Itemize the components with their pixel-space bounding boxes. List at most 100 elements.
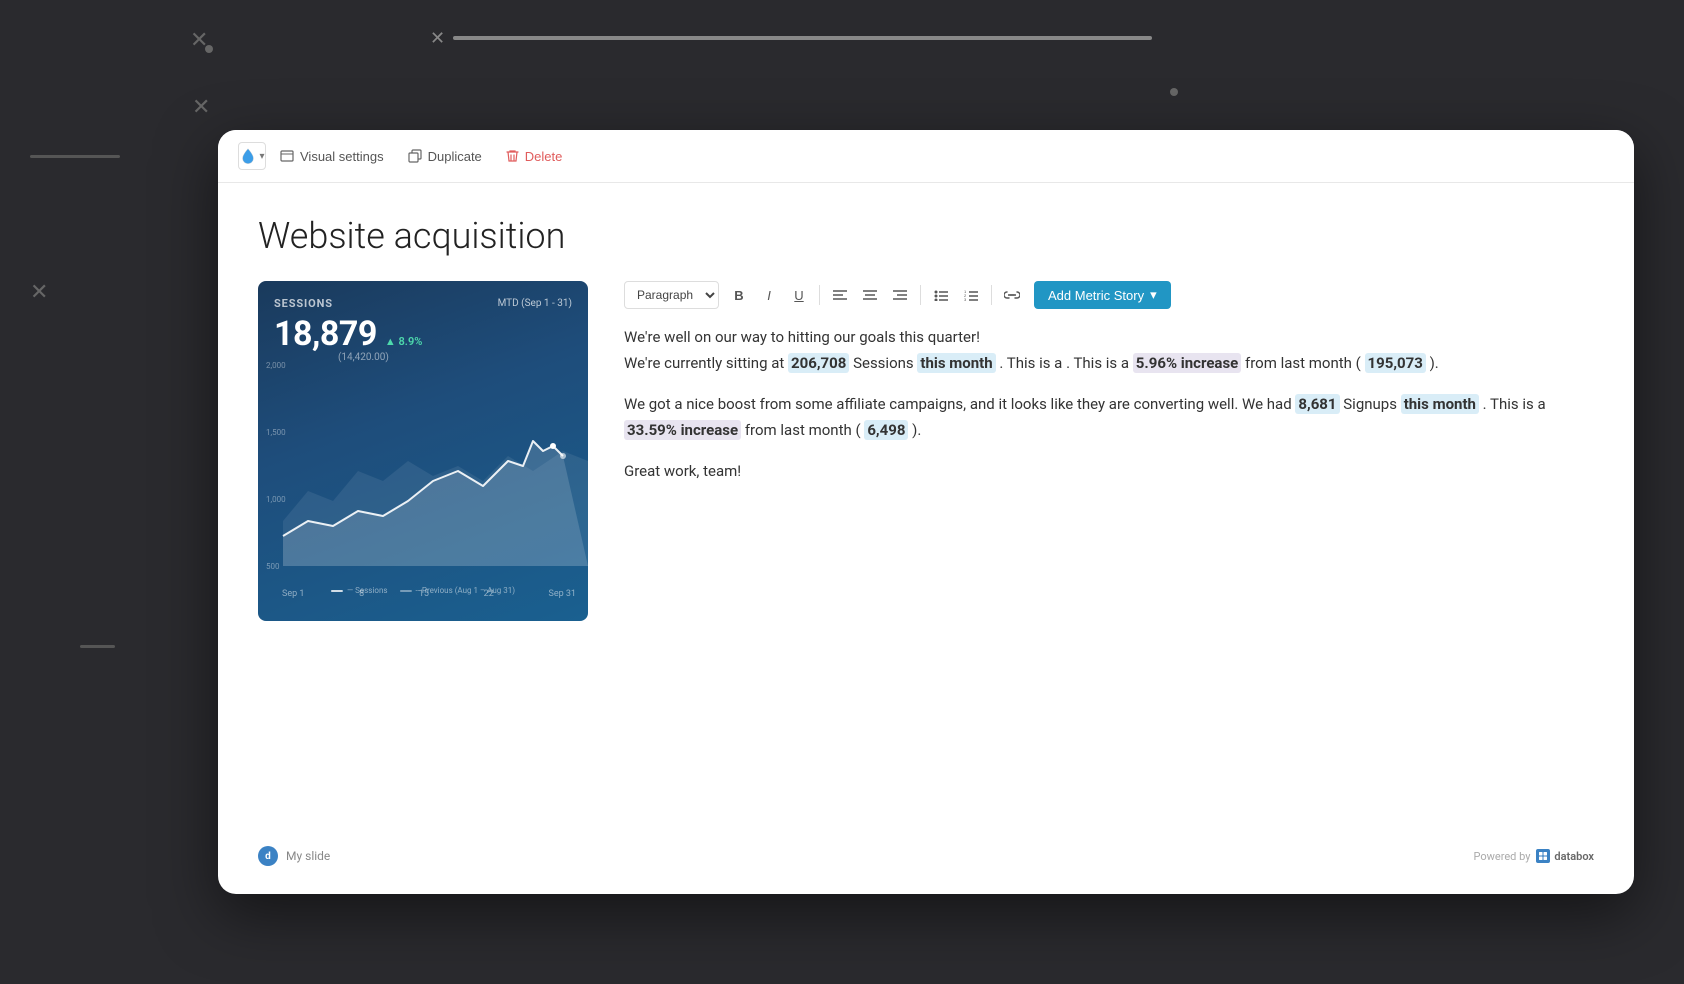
story-paragraph-1: We're well on our way to hitting our goa…	[624, 325, 1594, 376]
databox-icon-svg	[1538, 851, 1548, 861]
deco-line-1	[30, 155, 120, 158]
slide-title: Website acquisition	[258, 215, 1594, 257]
chart-header: SESSIONS MTD (Sep 1 - 31)	[274, 297, 572, 310]
chart-prev-value: (14,420.00)	[338, 352, 572, 363]
story-p2-from: from last month (	[745, 421, 865, 439]
close-icon[interactable]: ✕	[430, 28, 445, 49]
deco-dot-1	[205, 45, 213, 53]
story-p2-increase: 33.59% increase	[624, 420, 741, 440]
slide-name: My slide	[286, 849, 330, 863]
visual-settings-label: Visual settings	[300, 149, 384, 164]
story-p2-signups: 8,681	[1295, 394, 1339, 414]
chart-svg-container	[258, 381, 588, 581]
ordered-list-button[interactable]: 1 2 3	[957, 281, 985, 309]
align-left-icon	[833, 289, 847, 301]
color-dropdown-arrow: ▾	[259, 151, 264, 162]
story-p1-this-is: . This is a	[999, 354, 1062, 372]
chart-change: ▲ 8.9%	[385, 335, 422, 348]
story-paragraph-3: Great work, team!	[624, 459, 1594, 485]
deco-x-3: ✕	[30, 280, 48, 305]
align-center-button[interactable]	[856, 281, 884, 309]
slide-footer: d My slide Powered by databox	[258, 834, 1594, 866]
story-p2-end: ).	[912, 421, 921, 439]
main-card: ▾ Visual settings Duplicate Delete Websi…	[218, 130, 1634, 894]
chart-widget: SESSIONS MTD (Sep 1 - 31) 18,879 ▲ 8.9% …	[258, 281, 588, 621]
underline-button[interactable]: U	[785, 281, 813, 309]
toolbar-divider-2	[920, 285, 921, 305]
powered-by: Powered by databox	[1473, 849, 1594, 863]
add-metric-story-label: Add Metric Story	[1048, 288, 1144, 303]
unordered-list-button[interactable]	[927, 281, 955, 309]
visual-settings-button[interactable]: Visual settings	[270, 143, 394, 170]
slide-body: SESSIONS MTD (Sep 1 - 31) 18,879 ▲ 8.9% …	[258, 281, 1594, 834]
top-bar: ✕	[430, 20, 1634, 56]
story-p1-end: ).	[1430, 354, 1439, 372]
svg-text:3: 3	[964, 297, 967, 301]
add-metric-dropdown-arrow: ▾	[1150, 287, 1157, 303]
story-p1-increase: 5.96% increase	[1133, 353, 1241, 373]
delete-button[interactable]: Delete	[496, 143, 573, 170]
story-p1-from: from last month (	[1245, 354, 1365, 372]
duplicate-label: Duplicate	[428, 149, 482, 164]
link-button[interactable]	[998, 281, 1026, 309]
story-p2-signups-label: Signups	[1343, 395, 1397, 413]
story-text: We're well on our way to hitting our goa…	[624, 325, 1594, 501]
databox-brand-name: databox	[1554, 850, 1594, 863]
story-p2-prev: 6,498	[864, 420, 908, 440]
add-metric-story-button[interactable]: Add Metric Story ▾	[1034, 281, 1171, 309]
story-p1-sessions-label: Sessions	[853, 354, 914, 372]
story-p1-sessions: 206,708	[788, 353, 849, 373]
delete-icon	[506, 149, 519, 163]
slide-icon: d	[258, 846, 278, 866]
ordered-list-icon: 1 2 3	[964, 289, 978, 301]
legend-sessions-line	[331, 590, 343, 592]
story-p2-this-is: . This is a	[1483, 395, 1546, 413]
story-p2-this-month: this month	[1401, 394, 1479, 414]
content-area: Website acquisition SESSIONS MTD (Sep 1 …	[218, 183, 1634, 890]
align-center-icon	[863, 289, 877, 301]
legend-previous-label: -- Previous (Aug 1 – Aug 31)	[416, 586, 516, 595]
chart-value-row: 18,879 ▲ 8.9%	[274, 314, 572, 354]
slide-footer-left: d My slide	[258, 846, 330, 866]
story-p2-intro: We got a nice boost from some affiliate …	[624, 395, 1292, 413]
chart-svg	[258, 381, 588, 566]
align-left-button[interactable]	[826, 281, 854, 309]
text-area: Paragraph B I U	[624, 281, 1594, 834]
progress-track	[453, 36, 1152, 40]
deco-dot-2	[1170, 88, 1178, 96]
story-p3-text: Great work, team!	[624, 462, 741, 480]
chart-legend: — Sessions -- Previous (Aug 1 – Aug 31)	[331, 586, 515, 595]
color-picker-button[interactable]: ▾	[238, 142, 266, 170]
databox-logo-icon	[1536, 849, 1550, 863]
story-p1-prev: 195,073	[1365, 353, 1426, 373]
chart-period: MTD (Sep 1 - 31)	[498, 298, 572, 309]
delete-label: Delete	[525, 149, 563, 164]
bold-button[interactable]: B	[725, 281, 753, 309]
deco-x-2: ✕	[192, 95, 210, 120]
story-p1-this-month: this month	[917, 353, 995, 373]
story-p1-sitting: We're currently sitting at	[624, 354, 784, 372]
legend-sessions-label: — Sessions	[347, 586, 388, 595]
visual-settings-icon	[280, 149, 294, 163]
databox-logo: databox	[1536, 849, 1594, 863]
align-right-button[interactable]	[886, 281, 914, 309]
paragraph-style-select[interactable]: Paragraph	[624, 281, 719, 309]
toolbar-divider-1	[819, 285, 820, 305]
deco-line-2	[80, 645, 115, 648]
toolbar-divider-3	[991, 285, 992, 305]
italic-button[interactable]: I	[755, 281, 783, 309]
legend-previous-line	[400, 590, 412, 592]
color-drop-icon	[239, 147, 257, 165]
duplicate-button[interactable]: Duplicate	[398, 143, 492, 170]
unordered-list-icon	[934, 289, 948, 301]
story-p1-intro: We're well on our way to hitting our goa…	[624, 328, 980, 346]
chart-main-value: 18,879	[274, 314, 377, 354]
align-right-icon	[893, 289, 907, 301]
powered-by-label: Powered by	[1473, 850, 1530, 863]
link-icon	[1004, 289, 1020, 301]
progress-bar-area: ✕	[430, 28, 1152, 49]
card-toolbar: ▾ Visual settings Duplicate Delete	[218, 130, 1634, 183]
story-p1-this-is-a: . This is a	[1066, 354, 1129, 372]
chart-metric-label: SESSIONS	[274, 297, 333, 310]
rich-text-toolbar: Paragraph B I U	[624, 281, 1594, 309]
